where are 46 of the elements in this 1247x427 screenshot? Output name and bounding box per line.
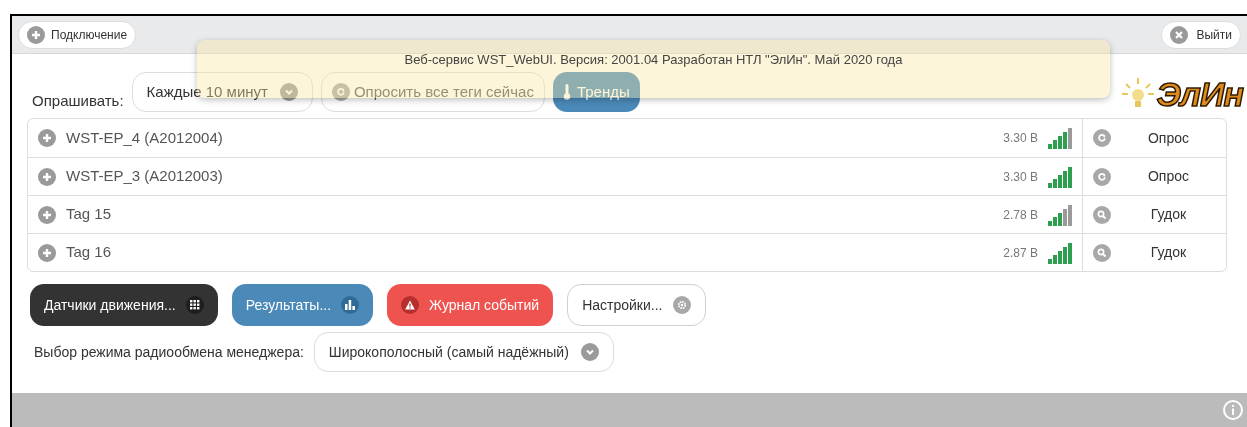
voltage-reading: 3.30 В — [1003, 130, 1038, 147]
thermometer-icon — [562, 84, 571, 100]
signal-icon — [1048, 127, 1072, 149]
interval-select[interactable]: Каждые 10 минут — [131, 72, 313, 112]
logo-text: ЭлИн — [1156, 77, 1243, 111]
poll-label: Опрашивать: — [32, 90, 124, 111]
action-button[interactable]: Настройки... — [567, 284, 706, 326]
radio-mode-label: Выбор режима радиообмена менеджера: — [34, 342, 304, 362]
chevron-down-icon — [580, 343, 599, 361]
search-icon — [1093, 205, 1111, 224]
refresh-icon — [1093, 129, 1111, 147]
plus-icon — [38, 129, 56, 147]
plus-icon — [27, 25, 45, 44]
tag-action-button[interactable]: Опрос — [1111, 127, 1226, 149]
plus-icon — [38, 243, 56, 262]
plus-icon — [38, 205, 56, 224]
bar-chart-icon — [341, 296, 360, 314]
warning-icon — [401, 296, 420, 314]
tag-name[interactable]: WST-EP_3 (A2012003) — [66, 165, 223, 188]
signal-icon — [1048, 165, 1072, 188]
tag-action-button[interactable]: Гудок — [1111, 204, 1226, 225]
tag-name[interactable]: WST-EP_4 (A2012004) — [66, 126, 223, 150]
plus-icon — [38, 167, 56, 186]
radio-mode-select[interactable]: Широкополосный (самый надёжный) — [313, 332, 614, 372]
gear-icon — [672, 296, 691, 314]
tag-action-button[interactable]: Гудок — [1111, 242, 1226, 263]
refresh-icon — [1093, 167, 1111, 186]
action-button[interactable]: Датчики движения... — [30, 284, 218, 326]
tag-name[interactable]: Tag 16 — [66, 241, 112, 264]
info-icon[interactable] — [1223, 400, 1243, 420]
voltage-reading: 3.30 В — [1003, 168, 1038, 186]
connect-button[interactable]: Подключение — [18, 20, 137, 49]
search-icon — [1093, 243, 1111, 262]
tag-name[interactable]: Tag 15 — [66, 203, 112, 226]
action-button[interactable]: Результаты... — [231, 284, 374, 326]
refresh-icon — [331, 83, 350, 101]
signal-icon — [1048, 241, 1072, 264]
grid-icon — [185, 296, 204, 314]
toast-text: Веб-сервис WST_WebUI. Версия: 2001.04 Разработан НТЛ "ЭлИн". Май 2020 года — [404, 51, 903, 69]
signal-icon — [1048, 203, 1072, 226]
logout-button[interactable]: Выйти — [1161, 20, 1241, 49]
close-icon — [1170, 25, 1189, 44]
voltage-reading: 2.87 В — [1003, 244, 1038, 262]
tag-action-button[interactable]: Опрос — [1111, 166, 1226, 187]
chevron-down-icon — [279, 83, 298, 101]
voltage-reading: 2.78 В — [1003, 206, 1038, 224]
